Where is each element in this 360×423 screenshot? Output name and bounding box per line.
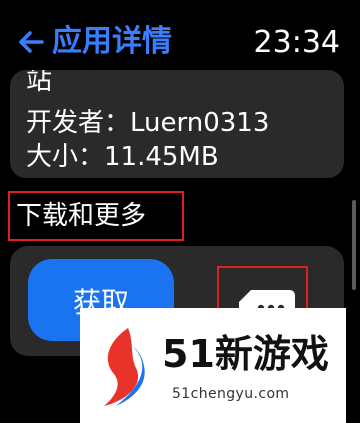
arrow-left-icon <box>19 31 44 53</box>
info-line-size: 大小：11.45MB <box>26 142 219 172</box>
app-info-card: 站 开发者：Luern0313 大小：11.45MB <box>10 70 344 178</box>
watermark-logo-icon <box>104 328 145 406</box>
page-title: 应用详情 <box>52 24 172 59</box>
watermark-overlay: 51新游戏 51chengyu.com <box>80 308 346 423</box>
section-title-box: 下载和更多 <box>8 191 184 241</box>
scrollbar[interactable] <box>352 200 356 290</box>
info-line-developer: 开发者：Luern0313 <box>26 108 270 138</box>
watermark-title: 51新游戏 <box>162 332 329 376</box>
info-line-source: 站 <box>26 70 53 96</box>
back-button[interactable]: 应用详情 <box>16 22 172 62</box>
status-time: 23:34 <box>253 25 340 60</box>
header: 应用详情 23:34 <box>0 0 360 78</box>
section-title: 下载和更多 <box>16 201 147 231</box>
watermark-url: 51chengyu.com <box>172 386 290 402</box>
